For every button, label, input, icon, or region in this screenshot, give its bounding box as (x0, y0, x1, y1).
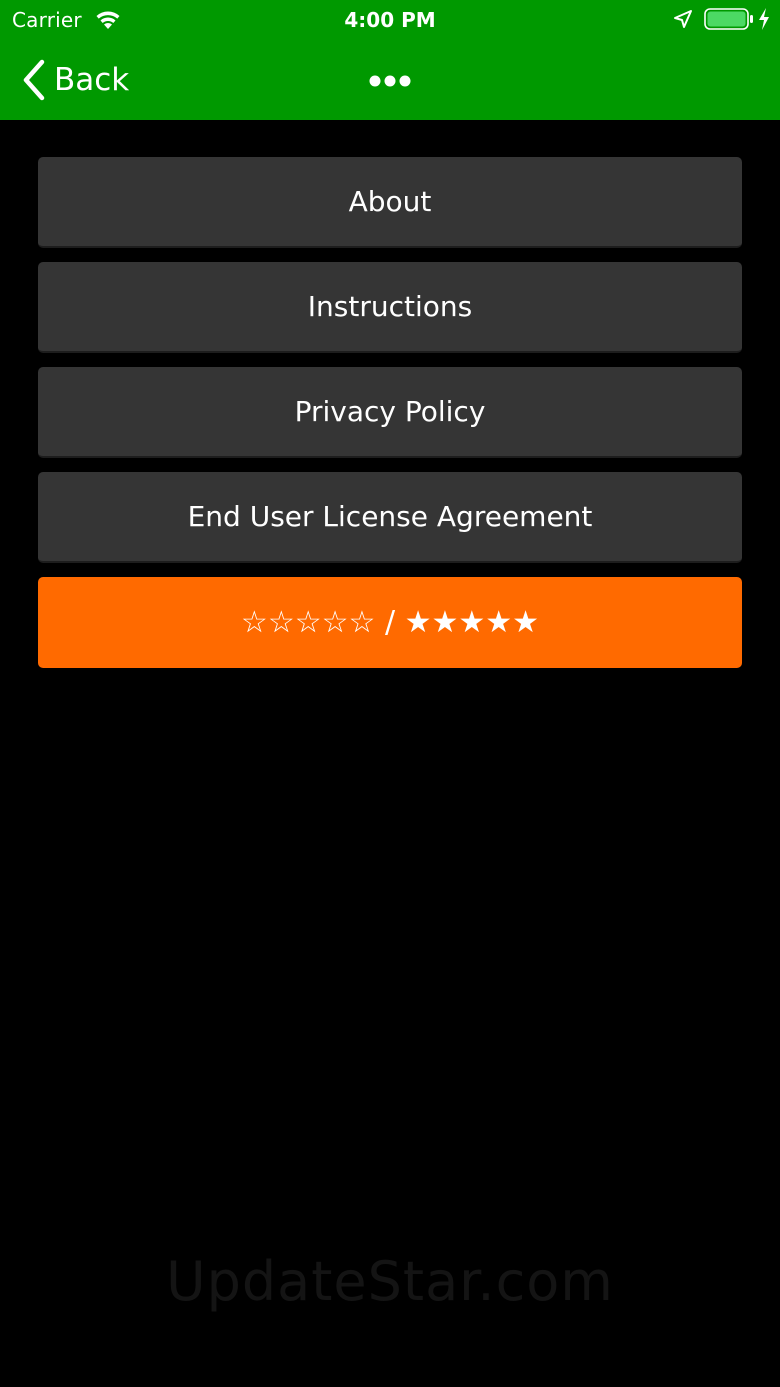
rate-app-button[interactable]: ☆☆☆☆☆ / ★★★★★ (38, 577, 742, 668)
eula-button[interactable]: End User License Agreement (38, 472, 742, 563)
watermark-text: UpdateStar.com (166, 1250, 614, 1313)
location-arrow-icon (674, 10, 692, 28)
menu-list: About Instructions Privacy Policy End Us… (38, 157, 742, 682)
status-bar: Carrier 4:00 PM (0, 0, 780, 40)
back-button[interactable]: Back (20, 56, 129, 104)
charging-bolt-icon (759, 8, 769, 30)
privacy-policy-button[interactable]: Privacy Policy (38, 367, 742, 458)
battery-icon (704, 8, 753, 30)
chevron-left-icon (23, 59, 45, 101)
ellipsis-icon[interactable] (368, 74, 412, 88)
top-bar: Carrier 4:00 PM Back (0, 0, 780, 120)
back-label: Back (54, 62, 130, 98)
empty-stars: ☆☆☆☆☆ (240, 605, 376, 640)
filled-stars: ★★★★★ (404, 605, 540, 640)
settings-screen: Carrier 4:00 PM Back About Instructions … (0, 0, 780, 1387)
navigation-bar: Back (0, 40, 780, 120)
instructions-button[interactable]: Instructions (38, 262, 742, 353)
rate-separator: / (375, 605, 405, 640)
status-time: 4:00 PM (344, 8, 436, 32)
about-button[interactable]: About (38, 157, 742, 248)
